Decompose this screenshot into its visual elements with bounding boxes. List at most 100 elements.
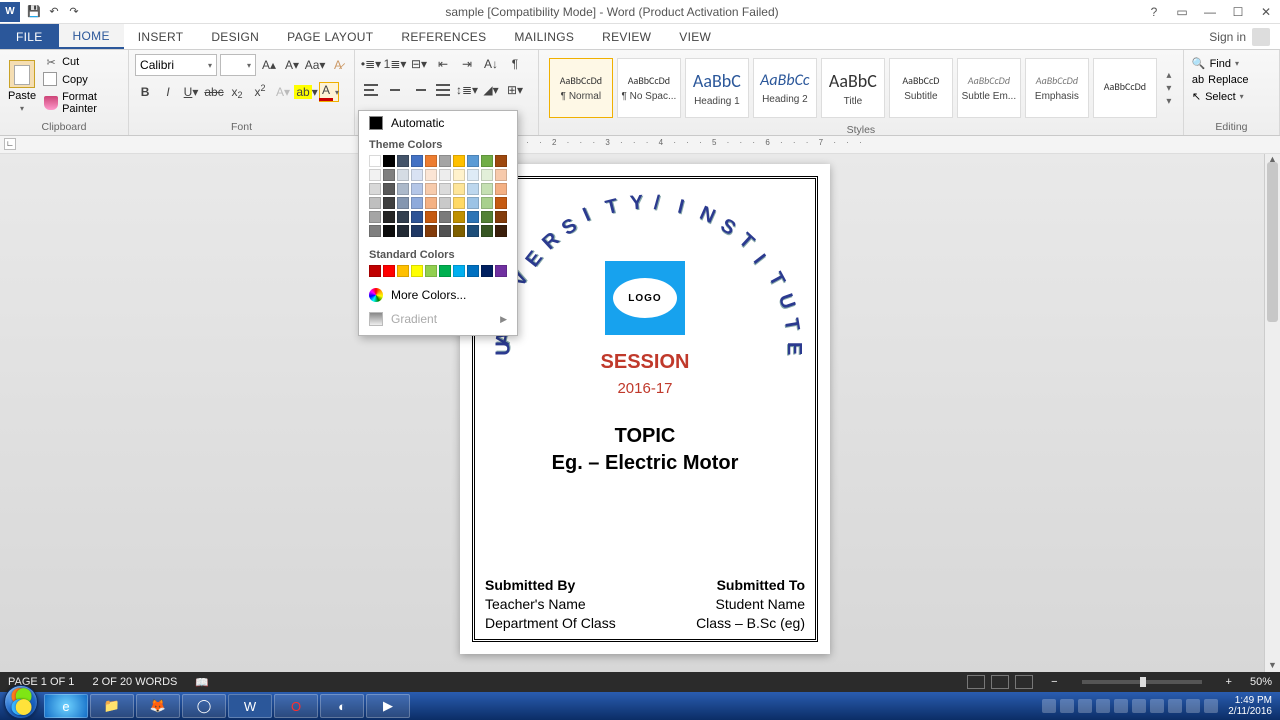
- color-swatch[interactable]: [467, 225, 479, 237]
- color-swatch[interactable]: [467, 265, 479, 277]
- sort-button[interactable]: A↓: [481, 54, 501, 74]
- tab-selector[interactable]: ∟: [4, 138, 16, 150]
- color-swatch[interactable]: [481, 183, 493, 195]
- color-swatch[interactable]: [369, 211, 381, 223]
- color-swatch[interactable]: [383, 169, 395, 181]
- read-mode-button[interactable]: [967, 675, 985, 689]
- color-swatch[interactable]: [481, 155, 493, 167]
- color-swatch[interactable]: [495, 155, 507, 167]
- color-swatch[interactable]: [481, 225, 493, 237]
- color-swatch[interactable]: [397, 265, 409, 277]
- wordart-arch[interactable]: LOGO UNIVERSITY/INSTITUTEA: [485, 187, 805, 347]
- vertical-scrollbar[interactable]: ▲ ▼: [1264, 154, 1280, 674]
- web-layout-button[interactable]: [1015, 675, 1033, 689]
- multilevel-button[interactable]: ⊟▾: [409, 54, 429, 74]
- color-swatch[interactable]: [425, 183, 437, 195]
- color-swatch[interactable]: [453, 183, 465, 195]
- grow-font-button[interactable]: A▴: [259, 55, 279, 75]
- color-swatch[interactable]: [411, 155, 423, 167]
- text-effects-button[interactable]: A▾: [273, 82, 293, 102]
- color-swatch[interactable]: [439, 169, 451, 181]
- color-swatch[interactable]: [369, 169, 381, 181]
- color-swatch[interactable]: [467, 211, 479, 223]
- color-swatch[interactable]: [467, 183, 479, 195]
- logo-shape[interactable]: LOGO: [605, 261, 685, 335]
- bold-button[interactable]: B: [135, 82, 155, 102]
- automatic-color-item[interactable]: Automatic: [359, 111, 517, 135]
- cut-button[interactable]: ✂Cut: [42, 54, 122, 70]
- tray-icon[interactable]: [1150, 699, 1164, 713]
- color-swatch[interactable]: [411, 183, 423, 195]
- maximize-button[interactable]: ☐: [1224, 2, 1252, 22]
- print-layout-button[interactable]: [991, 675, 1009, 689]
- subscript-button[interactable]: x2: [227, 82, 247, 102]
- clear-formatting-button[interactable]: A̷: [328, 55, 348, 75]
- color-swatch[interactable]: [383, 211, 395, 223]
- font-size-combo[interactable]: ▾: [220, 54, 256, 76]
- color-swatch[interactable]: [481, 265, 493, 277]
- tab-file[interactable]: FILE: [0, 24, 59, 49]
- zoom-in-button[interactable]: +: [1226, 676, 1232, 688]
- taskbar-opera[interactable]: O: [274, 694, 318, 718]
- color-swatch[interactable]: [397, 197, 409, 209]
- color-swatch[interactable]: [439, 155, 451, 167]
- qat-save-icon[interactable]: 💾: [24, 2, 44, 22]
- color-swatch[interactable]: [397, 169, 409, 181]
- styles-more-button[interactable]: ▴▾▾: [1161, 54, 1177, 122]
- color-swatch[interactable]: [383, 225, 395, 237]
- strikethrough-button[interactable]: abc: [204, 82, 224, 102]
- color-swatch[interactable]: [439, 211, 451, 223]
- color-swatch[interactable]: [439, 197, 451, 209]
- style-item[interactable]: AaBbCTitle: [821, 58, 885, 118]
- zoom-thumb[interactable]: [1140, 677, 1146, 687]
- color-swatch[interactable]: [383, 155, 395, 167]
- color-swatch[interactable]: [397, 183, 409, 195]
- ribbon-display-button[interactable]: ▭: [1168, 2, 1196, 22]
- qat-undo-icon[interactable]: ↶: [44, 2, 64, 22]
- style-item[interactable]: AaBbCcDdSubtle Em...: [957, 58, 1021, 118]
- taskbar-firefox[interactable]: 🦊: [136, 694, 180, 718]
- style-item[interactable]: AaBbCcDdEmphasis: [1025, 58, 1089, 118]
- tray-icon[interactable]: [1096, 699, 1110, 713]
- zoom-out-button[interactable]: −: [1051, 676, 1057, 688]
- color-swatch[interactable]: [481, 211, 493, 223]
- copy-button[interactable]: Copy: [42, 72, 122, 88]
- tray-icon[interactable]: [1186, 699, 1200, 713]
- color-swatch[interactable]: [495, 265, 507, 277]
- tray-icon[interactable]: [1168, 699, 1182, 713]
- style-item[interactable]: AaBbCHeading 1: [685, 58, 749, 118]
- color-swatch[interactable]: [495, 197, 507, 209]
- shading-button[interactable]: ◢▾: [481, 80, 501, 100]
- color-swatch[interactable]: [481, 169, 493, 181]
- increase-indent-button[interactable]: ⇥: [457, 54, 477, 74]
- tab-design[interactable]: DESIGN: [197, 24, 273, 49]
- taskbar-explorer[interactable]: 📁: [90, 694, 134, 718]
- shrink-font-button[interactable]: A▾: [282, 55, 302, 75]
- color-swatch[interactable]: [369, 225, 381, 237]
- word-count[interactable]: 2 OF 20 WORDS: [92, 676, 177, 688]
- numbering-button[interactable]: 1≣▾: [385, 54, 405, 74]
- font-color-button[interactable]: A▾: [319, 82, 339, 102]
- tab-mailings[interactable]: MAILINGS: [500, 24, 588, 49]
- find-button[interactable]: 🔍Find▾: [1190, 56, 1273, 71]
- color-swatch[interactable]: [453, 169, 465, 181]
- color-swatch[interactable]: [453, 225, 465, 237]
- color-swatch[interactable]: [453, 265, 465, 277]
- tab-home[interactable]: HOME: [59, 24, 124, 49]
- clock[interactable]: 1:49 PM 2/11/2016: [1224, 695, 1276, 717]
- style-item[interactable]: AaBbCcDSubtitle: [889, 58, 953, 118]
- taskbar-app1[interactable]: ◐: [320, 694, 364, 718]
- underline-button[interactable]: U▾: [181, 82, 201, 102]
- color-swatch[interactable]: [425, 169, 437, 181]
- tray-icon[interactable]: [1060, 699, 1074, 713]
- color-swatch[interactable]: [425, 197, 437, 209]
- color-swatch[interactable]: [453, 155, 465, 167]
- highlight-button[interactable]: ab▾: [296, 82, 316, 102]
- borders-button[interactable]: ⊞▾: [505, 80, 525, 100]
- color-swatch[interactable]: [383, 197, 395, 209]
- tray-icon[interactable]: [1204, 699, 1218, 713]
- tray-icon[interactable]: [1114, 699, 1128, 713]
- color-swatch[interactable]: [411, 169, 423, 181]
- color-swatch[interactable]: [495, 169, 507, 181]
- color-swatch[interactable]: [425, 225, 437, 237]
